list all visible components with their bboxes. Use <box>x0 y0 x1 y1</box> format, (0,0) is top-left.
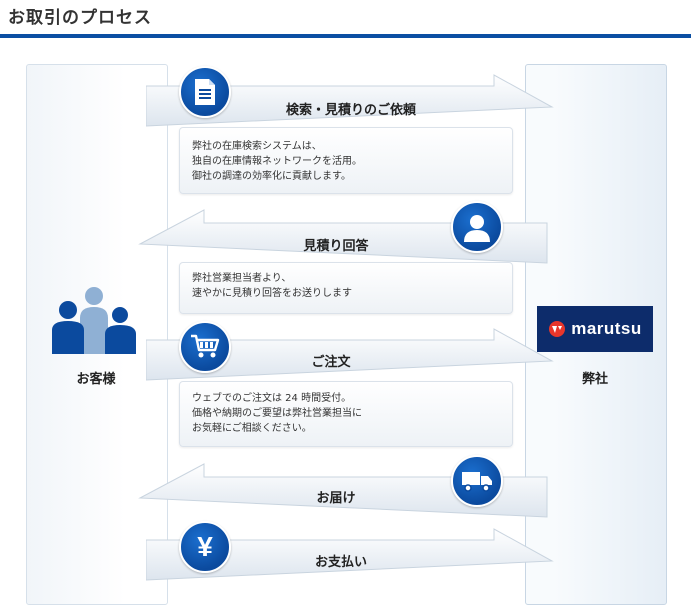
person-icon <box>464 215 490 242</box>
description-line: 独自の在庫情報ネットワークを活用。 <box>192 156 362 167</box>
description-line: 価格や納期のご要望は弊社営業担当に <box>192 408 362 419</box>
page-title: お取引のプロセス <box>8 8 152 28</box>
customer-label: お客様 <box>76 372 116 387</box>
step-2-icon-badge <box>451 201 503 253</box>
step-4-icon-badge <box>451 455 503 507</box>
title-divider <box>0 34 691 38</box>
yen-icon: ¥ <box>197 531 213 562</box>
step-1-description: 弊社の在庫検索システムは、 独自の在庫情報ネットワークを活用。 御社の調達の効率… <box>179 127 513 194</box>
customers-icon <box>52 287 136 354</box>
document-icon <box>195 79 215 105</box>
logo-text: marutsu <box>571 319 642 338</box>
step-4-label: お届け <box>316 490 356 506</box>
step-2-label: 見積り回答 <box>303 238 369 254</box>
step-2-description: 弊社営業担当者より、 速やかに見積り回答をお送りします <box>179 262 513 314</box>
step-1-label: 検索・見積りのご依頼 <box>285 102 416 118</box>
step-1-icon-badge <box>179 66 231 118</box>
description-line: 速やかに見積り回答をお送りします <box>192 288 352 299</box>
step-3-icon-badge <box>179 321 231 373</box>
step-3-description: ウェブでのご注文は 24 時間受付。 価格や納期のご要望は弊社営業担当に お気軽… <box>179 381 513 447</box>
step-5-icon-badge: ¥ <box>179 521 231 573</box>
description-line: 弊社営業担当者より、 <box>192 273 292 284</box>
truck-icon <box>462 472 492 492</box>
description-line: 弊社の在庫検索システムは、 <box>192 141 322 152</box>
step-3-label: ご注文 <box>311 354 351 370</box>
cart-icon <box>191 334 220 358</box>
description-line: ウェブでのご注文は 24 時間受付。 <box>192 393 352 404</box>
description-line: 御社の調達の効率化に貢献します。 <box>192 171 351 182</box>
step-5-label: お支払い <box>314 554 367 570</box>
description-line: お気軽にご相談ください。 <box>192 423 312 434</box>
